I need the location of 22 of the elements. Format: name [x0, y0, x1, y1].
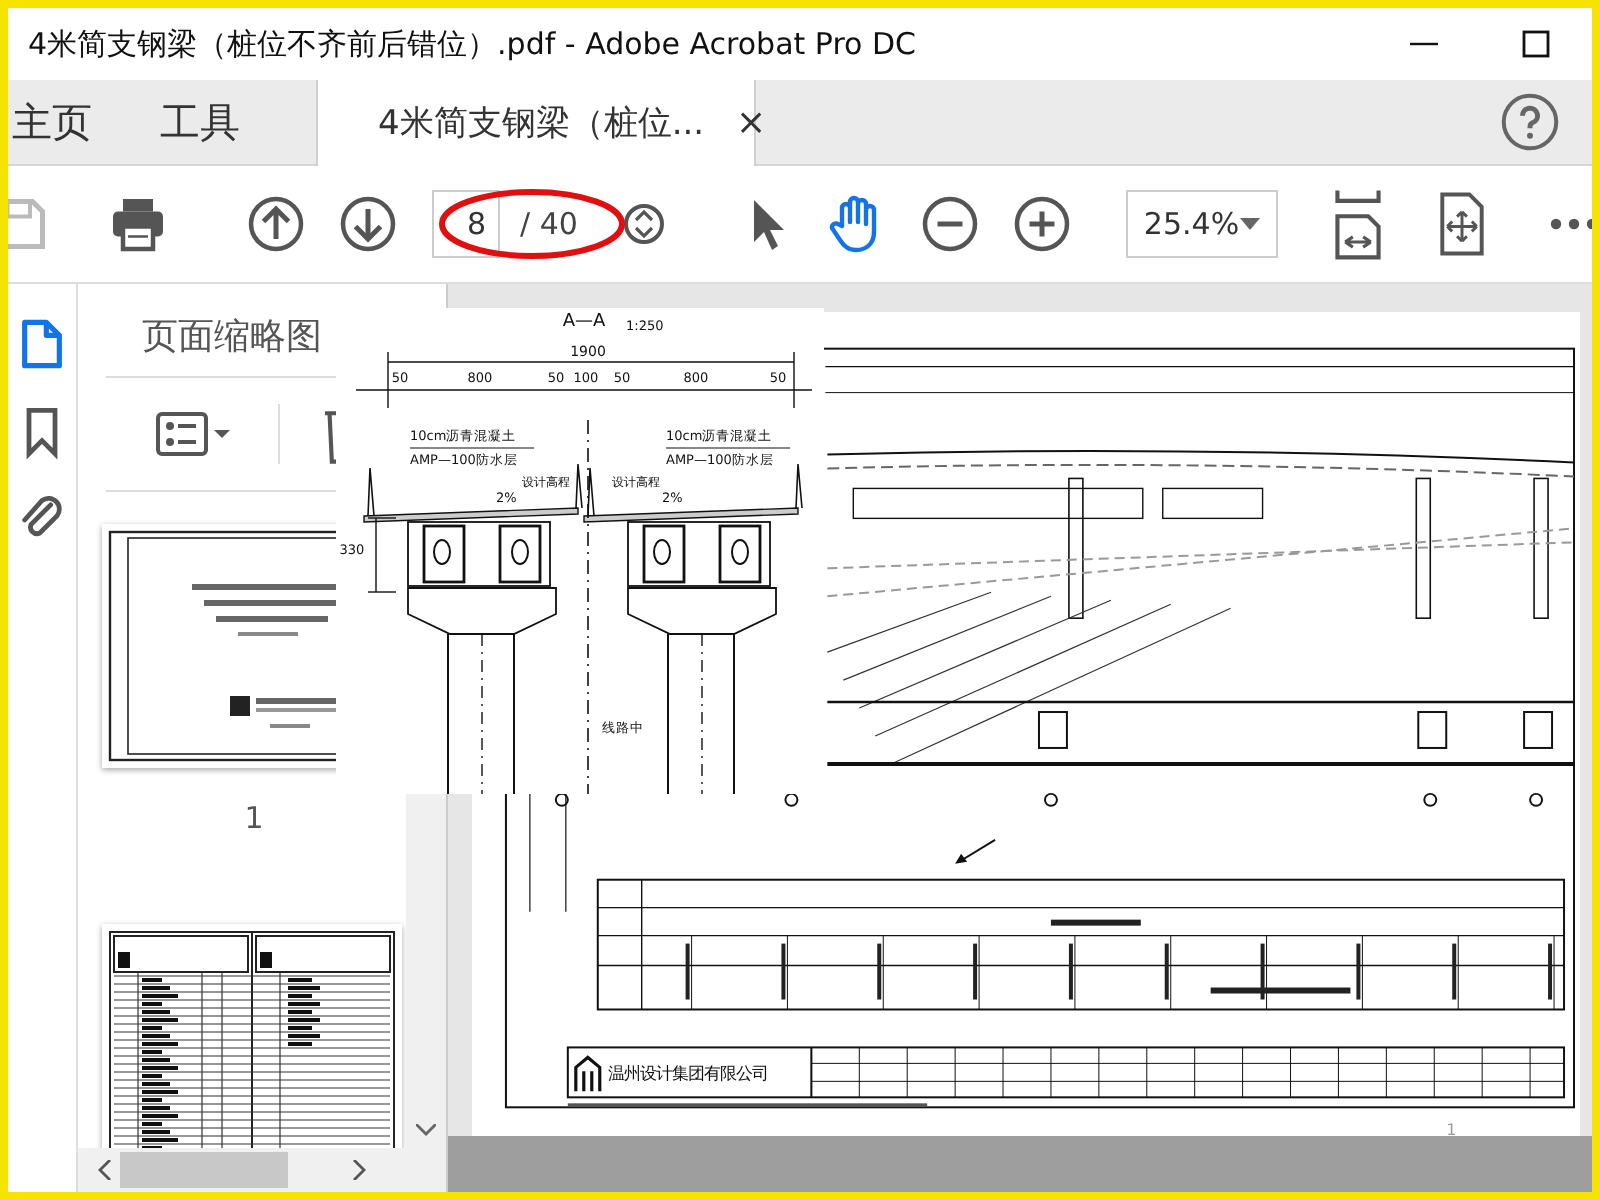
section-title: A—A — [562, 312, 606, 332]
company-name: 温州设计集团有限公司 — [607, 1063, 768, 1084]
caret-icon — [1239, 218, 1260, 230]
page-thumbnail[interactable] — [102, 924, 402, 1148]
page-count: / 40 — [520, 206, 578, 242]
logo-icon — [574, 1055, 602, 1093]
nav-tab[interactable]: 主页 — [8, 80, 124, 164]
scroll-left-icon[interactable] — [98, 1160, 112, 1180]
help-icon[interactable] — [1500, 92, 1560, 152]
page-number-label: 1 — [244, 800, 264, 836]
scroll-right-icon[interactable] — [352, 1160, 366, 1180]
window-title: 4米简支钢梁（桩位不齐前后错位）.pdf - Adobe Acrobat Pro DC — [28, 25, 919, 63]
document-tab[interactable]: 4米简支钢梁（桩位... × — [316, 80, 756, 166]
direction-arrow — [955, 838, 997, 864]
minimize-icon — [1410, 42, 1438, 46]
page-number-label: 1 — [1446, 1121, 1457, 1136]
scrollbar-thumb[interactable] — [120, 1152, 288, 1188]
maximize-icon — [1522, 30, 1550, 58]
height-dimension — [367, 517, 397, 593]
zoom-dropdown[interactable]: 25.4% — [1125, 190, 1278, 258]
nav-tab[interactable]: 工具 — [124, 80, 272, 164]
scroll-down-icon[interactable] — [416, 1124, 436, 1136]
